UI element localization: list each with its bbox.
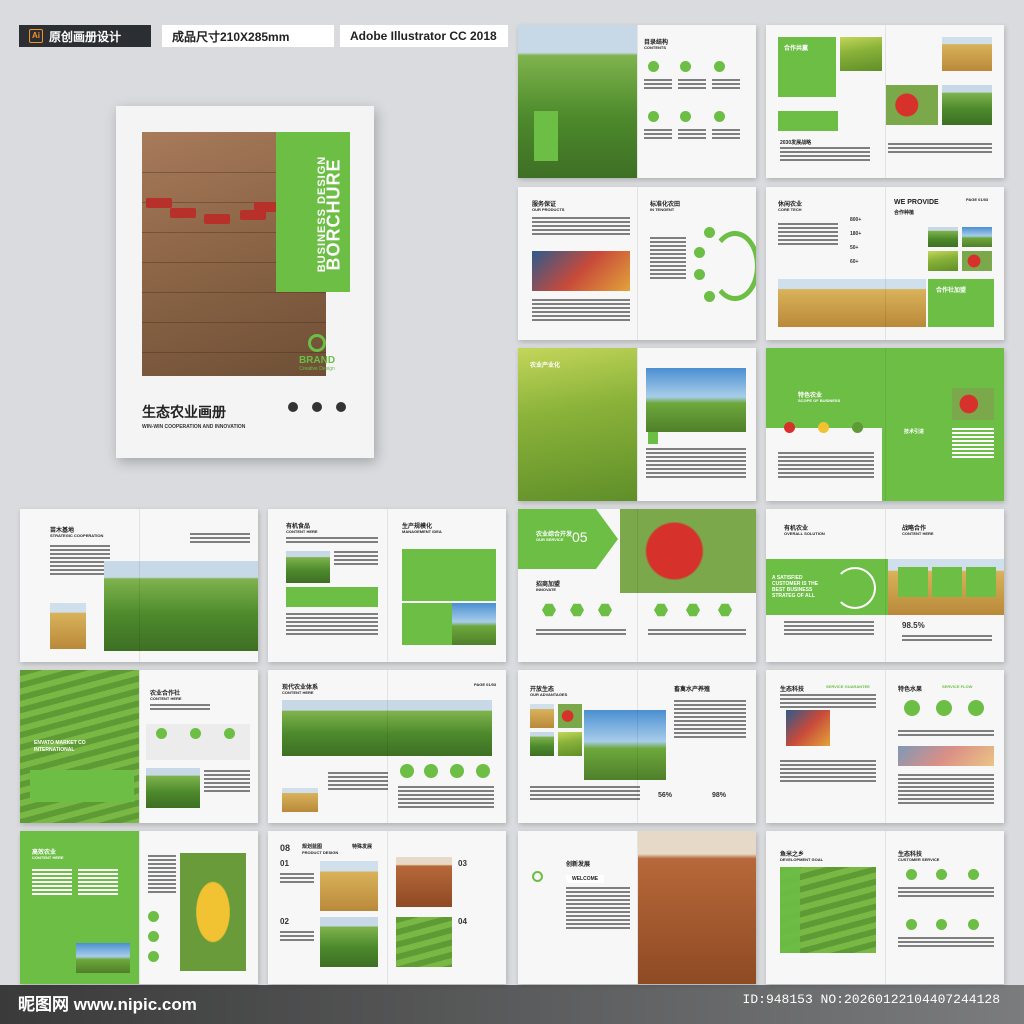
brand-sub: Creative Design [299,366,335,372]
spread-heading-2: 特殊发展 [352,844,373,850]
stat-3: 60+ [850,259,859,265]
tag-software-label: Adobe Illustrator CC 2018 [350,29,497,43]
spread-sub-2: CUSTOMER SERVICE [898,857,940,862]
cover-vertical-big: BORCHURE [323,158,344,271]
spread-cooperative: ENVATO MARKET CO INTERNATIONAL 农业合作社 CON… [20,670,258,823]
section-number: 05 [572,529,588,545]
spread-sub: OUR PRODUCTS [532,207,565,212]
spread-sub: CONTENT HERE [32,855,64,860]
spread-cooperation: 合作共赢 2030发展战略 [766,25,1004,178]
tag-size-label: 成品尺寸210X285mm [172,29,290,44]
tag-software: Adobe Illustrator CC 2018 [340,25,508,47]
num-02: 02 [280,917,289,926]
stat-1: 180+ [850,231,862,237]
spread-organic: 有机食品 CONTENT HERE 生产规模化 MANAGEMENT IDEA [268,509,506,662]
spread-sub: CONTENT HERE [286,529,318,534]
spread-specialty: 特色农业 SCOPE OF BUSINESS 技术引进 [766,348,1004,501]
spread-heading: 合作共赢 [784,46,809,52]
illustrator-icon: Ai [29,29,43,43]
watermark-id: ID:948153 NO:20260122104407244128 [742,992,1000,1007]
spread-sub: OVERALL SOLUTION [784,531,825,536]
stat-percent: 98.5% [902,621,925,630]
spread-industrial: 农业产业化 [518,348,756,501]
spread-service: 服务保证 OUR PRODUCTS 标准化农田 IN TENGENT [518,187,756,340]
spread-sub-2: CONTENT HERE [902,531,934,536]
phone-icon [288,402,298,412]
spread-fruit: 生态科技 SERVICE GUARANTEE 特色水果 SERVICE FLOW [766,670,1004,823]
spread-heading-2: 畜禽水产养殖 [674,687,711,693]
spread-sub: CONTENT HERE [150,696,182,701]
spread-sub: OUR SERVICE [536,537,564,542]
num-03: 03 [458,859,467,868]
brand-text: BRAND [298,355,336,366]
page-number: PAGE 01/03 [474,682,497,687]
tag-label: 原创画册设计 [49,29,122,44]
tag-size: 成品尺寸210X285mm [162,25,334,47]
cover-vertical-title: BUSINESS DESIGN BORCHURE [292,146,344,286]
cover-subtitle: WIN-WIN COOPERATION AND INNOVATION [142,424,246,430]
spread-heading-2: WE PROVIDE [894,199,939,206]
brand-logo: BRAND Creative Design [294,334,340,372]
tag-original-design: Ai 原创画册设计 [19,25,151,47]
quote-text: ENVATO MARKET CO INTERNATIONAL [34,740,86,753]
spread-sub: CONTENT HERE [282,690,314,695]
green-strip [534,111,558,161]
spread-solution: 有机农业 OVERALL SOLUTION 战略合作 CONTENT HERE … [766,509,1004,662]
spread-extra: 技术引进 [904,429,925,435]
spread-tech: 休闲农业 CORE TECH 800+ 180+ 50+ 60+ WE PROV… [766,187,1004,340]
stat-2: 50+ [850,245,859,251]
brand-icon [308,334,326,352]
spread-efficient: 高效农业 CONTENT HERE [20,831,258,984]
spread-nursery: 苗木基地 STRATEGIC COOPERATION [20,509,258,662]
spread-sub: WELCOME [566,875,605,883]
spread-sub: STRATEGIC COOPERATION [50,533,104,538]
spread-sub-2: MANAGEMENT IDEA [402,529,442,534]
spread-sub: PRODUCT DESIGN [302,850,339,855]
spread-sub: OUR ADVANTAGES [530,692,568,697]
spread-sub: SERVICE GUARANTEE [826,684,870,689]
spread-sub: DEVELOPMENT GOAL [780,857,824,862]
brochure-cover: BUSINESS DESIGN BORCHURE BRAND Creative … [116,106,374,458]
spread-contents: 目录结构 CONTENTS [518,25,756,178]
spread-sub: CONTENTS [644,45,666,50]
stat-1: 98% [712,792,727,799]
section-number: 08 [280,843,291,853]
quote-text: A SATISFIED CUSTOMER IS THE BEST BUSINES… [772,575,819,599]
num-01: 01 [280,859,289,868]
stat-0: 56% [658,792,673,799]
spread-ecology: 开放生态 OUR ADVANTAGES 畜禽水产养殖 56% 98% [518,670,756,823]
spread-heading: 农业产业化 [530,363,561,369]
num-04: 04 [458,917,467,926]
spread-extra: 合作社加盟 [936,288,967,294]
spread-sub-2: IN TENGENT [650,207,675,212]
spread-sub-2: INNOVATE [536,587,557,592]
spread-sub-2: SERVICE FLOW [942,684,973,689]
spread-fish-rice: 鱼米之乡 DEVELOPMENT GOAL 生态科技 CUSTOMER SERV… [766,831,1004,984]
spread-blueprint: 08 规划蓝图 PRODUCT DESIGN 特殊发展 01 02 03 04 [268,831,506,984]
spread-heading: 规划蓝图 [302,844,323,850]
spread-extra: 2030发展战略 [780,140,812,146]
cover-title: 生态农业画册 [142,404,226,420]
watermark-site: 昵图网 www.nipic.com [18,995,197,1014]
mail-icon [312,402,322,412]
web-icon [336,402,346,412]
spread-heading: 生态科技 [780,687,805,693]
stat-0: 800+ [850,217,862,223]
spread-modern-system: 现代农业体系 CONTENT HERE PAGE 01/03 [268,670,506,823]
spread-innovation: 创新发展 WELCOME [518,831,756,984]
spread-sub: SCOPE OF BUSINESS [798,398,841,403]
spread-sub: CORE TECH [778,207,802,212]
spread-development: 农业综合开发 OUR SERVICE 05 招商加盟 INNOVATE [518,509,756,662]
spread-sub-2: 合作种植 [894,210,915,216]
spread-heading: 创新发展 [566,862,591,868]
page-number: PAGE 01/03 [966,197,989,202]
spread-heading-2: 特色水果 [898,687,923,693]
